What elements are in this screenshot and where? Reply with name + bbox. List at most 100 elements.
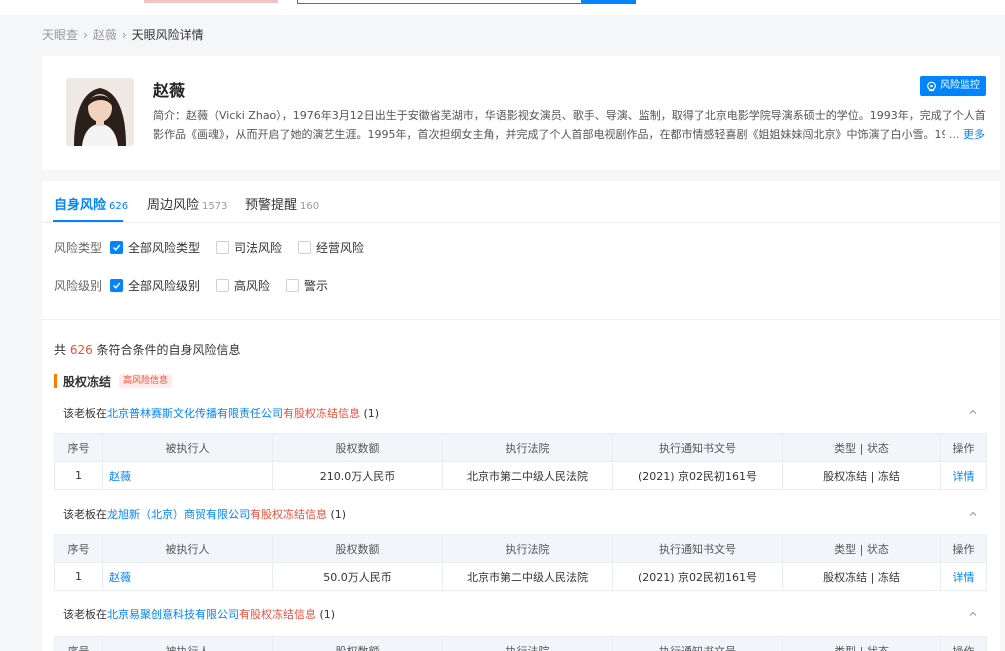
header-no: 序号 xyxy=(54,636,103,651)
breadcrumb-person[interactable]: 赵薇 xyxy=(93,28,117,42)
filter-option-judicial[interactable]: 司法风险 xyxy=(216,239,282,256)
equity-freeze-table: 序号 被执行人 股权数额 执行法院 执行通知书文号 类型 | 状态 操作 1 赵… xyxy=(54,433,987,490)
high-risk-badge: 高风险信息 xyxy=(119,374,173,388)
header-amount: 股权数额 xyxy=(272,534,443,563)
cell-status: 股权冻结 | 冻结 xyxy=(782,562,941,591)
search-button[interactable] xyxy=(582,0,636,4)
group-suffix: 有股权冻结信息 xyxy=(283,407,360,420)
group-prefix: 该老板在 xyxy=(63,407,107,420)
company-link[interactable]: 龙旭新（北京）商贸有限公司 xyxy=(107,508,250,521)
filter-option-all-types[interactable]: 全部风险类型 xyxy=(110,239,200,256)
header-status: 类型 | 状态 xyxy=(782,534,941,563)
section-equity-freeze: 股权冻结 高风险信息 xyxy=(54,374,173,389)
header-person: 被执行人 xyxy=(102,534,273,563)
company-link[interactable]: 北京普林赛斯文化传播有限责任公司 xyxy=(107,407,283,420)
header-action: 操作 xyxy=(940,433,987,462)
risk-tabs: 自身风险 626 周边风险 1573 预警提醒 160 xyxy=(42,181,1000,223)
cell-person-link[interactable]: 赵薇 xyxy=(102,562,273,591)
group-title: 该老板在北京易聚创意科技有限公司有股权冻结信息 (1) xyxy=(63,606,335,622)
company-link[interactable]: 北京易聚创意科技有限公司 xyxy=(107,608,239,621)
header-amount: 股权数额 xyxy=(272,636,443,651)
filter-option-high-risk[interactable]: 高风险 xyxy=(216,277,270,294)
header-action: 操作 xyxy=(940,636,987,651)
tab-count: 626 xyxy=(109,201,129,212)
header-person: 被执行人 xyxy=(102,636,273,651)
breadcrumb-home[interactable]: 天眼查 xyxy=(42,28,78,42)
checkbox-checked-icon[interactable] xyxy=(110,278,123,292)
cell-court: 北京市第二中级人民法院 xyxy=(442,562,613,591)
breadcrumb-current: 天眼风险详情 xyxy=(131,28,204,42)
group-prefix: 该老板在 xyxy=(63,608,107,621)
tab-count: 1573 xyxy=(202,201,228,212)
cell-amount: 50.0万人民币 xyxy=(272,562,443,591)
collapse-chevron-icon[interactable] xyxy=(968,509,978,519)
table-row: 1 赵薇 50.0万人民币 北京市第二中级人民法院 (2021) 京02民初16… xyxy=(54,562,987,591)
table-header-row: 序号 被执行人 股权数额 执行法院 执行通知书文号 类型 | 状态 操作 xyxy=(54,433,987,462)
checkbox-icon[interactable] xyxy=(216,240,230,254)
header-no: 序号 xyxy=(54,433,103,462)
collapse-chevron-icon[interactable] xyxy=(968,407,978,417)
checkbox-icon[interactable] xyxy=(216,278,230,292)
equity-freeze-table: 序号 被执行人 股权数额 执行法院 执行通知书文号 类型 | 状态 操作 xyxy=(54,636,987,651)
detail-link[interactable]: 详情 xyxy=(940,562,987,591)
option-label: 司法风险 xyxy=(234,240,283,255)
header-no: 序号 xyxy=(54,534,103,563)
person-name: 赵薇 xyxy=(153,81,186,100)
option-label: 经营风险 xyxy=(316,240,365,255)
profile-card: 赵薇 简介：赵薇（Vicki Zhao），1976年3月12日出生于安徽省芜湖市… xyxy=(42,56,1000,170)
table-row: 1 赵薇 210.0万人民币 北京市第二中级人民法院 (2021) 京02民初1… xyxy=(54,461,987,490)
risk-level-filter: 风险级别 全部风险级别 高风险 警示 xyxy=(54,277,344,293)
cell-person-link[interactable]: 赵薇 xyxy=(102,461,273,490)
avatar xyxy=(66,78,134,146)
risk-monitor-button[interactable]: 风险监控 xyxy=(920,76,986,96)
tab-surrounding-risk[interactable]: 周边风险 1573 xyxy=(147,194,227,213)
group-title: 该老板在龙旭新（北京）商贸有限公司有股权冻结信息 (1) xyxy=(63,506,346,522)
cell-court: 北京市第二中级人民法院 xyxy=(442,461,613,490)
header-status: 类型 | 状态 xyxy=(782,433,941,462)
header-court: 执行法院 xyxy=(442,636,613,651)
breadcrumb-separator: › xyxy=(121,28,127,42)
filter-option-business[interactable]: 经营风险 xyxy=(298,239,364,256)
filter-option-warning[interactable]: 警示 xyxy=(286,277,328,294)
table-header-row: 序号 被执行人 股权数额 执行法院 执行通知书文号 类型 | 状态 操作 xyxy=(54,534,987,563)
summary-count: 626 xyxy=(69,343,93,357)
search-input[interactable] xyxy=(297,0,582,4)
checkbox-icon[interactable] xyxy=(286,278,300,292)
cell-amount: 210.0万人民币 xyxy=(272,461,443,490)
active-tab-indicator xyxy=(53,220,123,222)
breadcrumb: 天眼查 › 赵薇 › 天眼风险详情 xyxy=(42,28,204,42)
checkbox-icon[interactable] xyxy=(298,240,312,254)
summary-suffix: 条符合条件的自身风险信息 xyxy=(92,343,241,357)
section-title: 股权冻结 xyxy=(63,374,112,389)
person-bio: 简介：赵薇（Vicki Zhao），1976年3月12日出生于安徽省芜湖市，华语… xyxy=(153,106,985,144)
header-court: 执行法院 xyxy=(442,433,613,462)
header-doc: 执行通知书文号 xyxy=(612,433,783,462)
filter-label: 风险级别 xyxy=(54,278,103,293)
bio-line: 影作品《画魂》，从而开启了她的演艺生涯。1995年，首次担纲女主角，并完成了个人… xyxy=(153,125,985,144)
cell-no: 1 xyxy=(54,461,103,490)
tab-warnings[interactable]: 预警提醒 160 xyxy=(245,194,319,213)
detail-link[interactable]: 详情 xyxy=(940,461,987,490)
bio-more-link[interactable]: ... 更多 xyxy=(949,125,985,144)
result-summary: 共 626 条符合条件的自身风险信息 xyxy=(54,341,241,358)
option-label: 警示 xyxy=(304,278,329,293)
section-marker xyxy=(54,374,57,388)
group-prefix: 该老板在 xyxy=(63,508,107,521)
option-label: 高风险 xyxy=(234,278,271,293)
risk-type-filter: 风险类型 全部风险类型 司法风险 经营风险 xyxy=(54,239,380,255)
collapse-chevron-icon[interactable] xyxy=(968,609,978,619)
filter-option-all-levels[interactable]: 全部风险级别 xyxy=(110,277,200,294)
bio-line-text: 影作品《画魂》，从而开启了她的演艺生涯。1995年，首次担纲女主角，并完成了个人… xyxy=(153,128,945,141)
header-amount: 股权数额 xyxy=(272,433,443,462)
option-label: 全部风险类型 xyxy=(128,240,201,255)
group-count: (1) xyxy=(316,608,336,621)
option-label: 全部风险级别 xyxy=(128,278,201,293)
checkbox-checked-icon[interactable] xyxy=(110,240,123,254)
tab-self-risk[interactable]: 自身风险 626 xyxy=(54,194,128,213)
header-action: 操作 xyxy=(940,534,987,563)
cell-no: 1 xyxy=(54,562,103,591)
risk-monitor-label: 风险监控 xyxy=(940,80,980,91)
tab-label: 预警提醒 xyxy=(245,198,298,213)
cell-doc: (2021) 京02民初161号 xyxy=(612,461,783,490)
summary-prefix: 共 xyxy=(54,343,70,357)
